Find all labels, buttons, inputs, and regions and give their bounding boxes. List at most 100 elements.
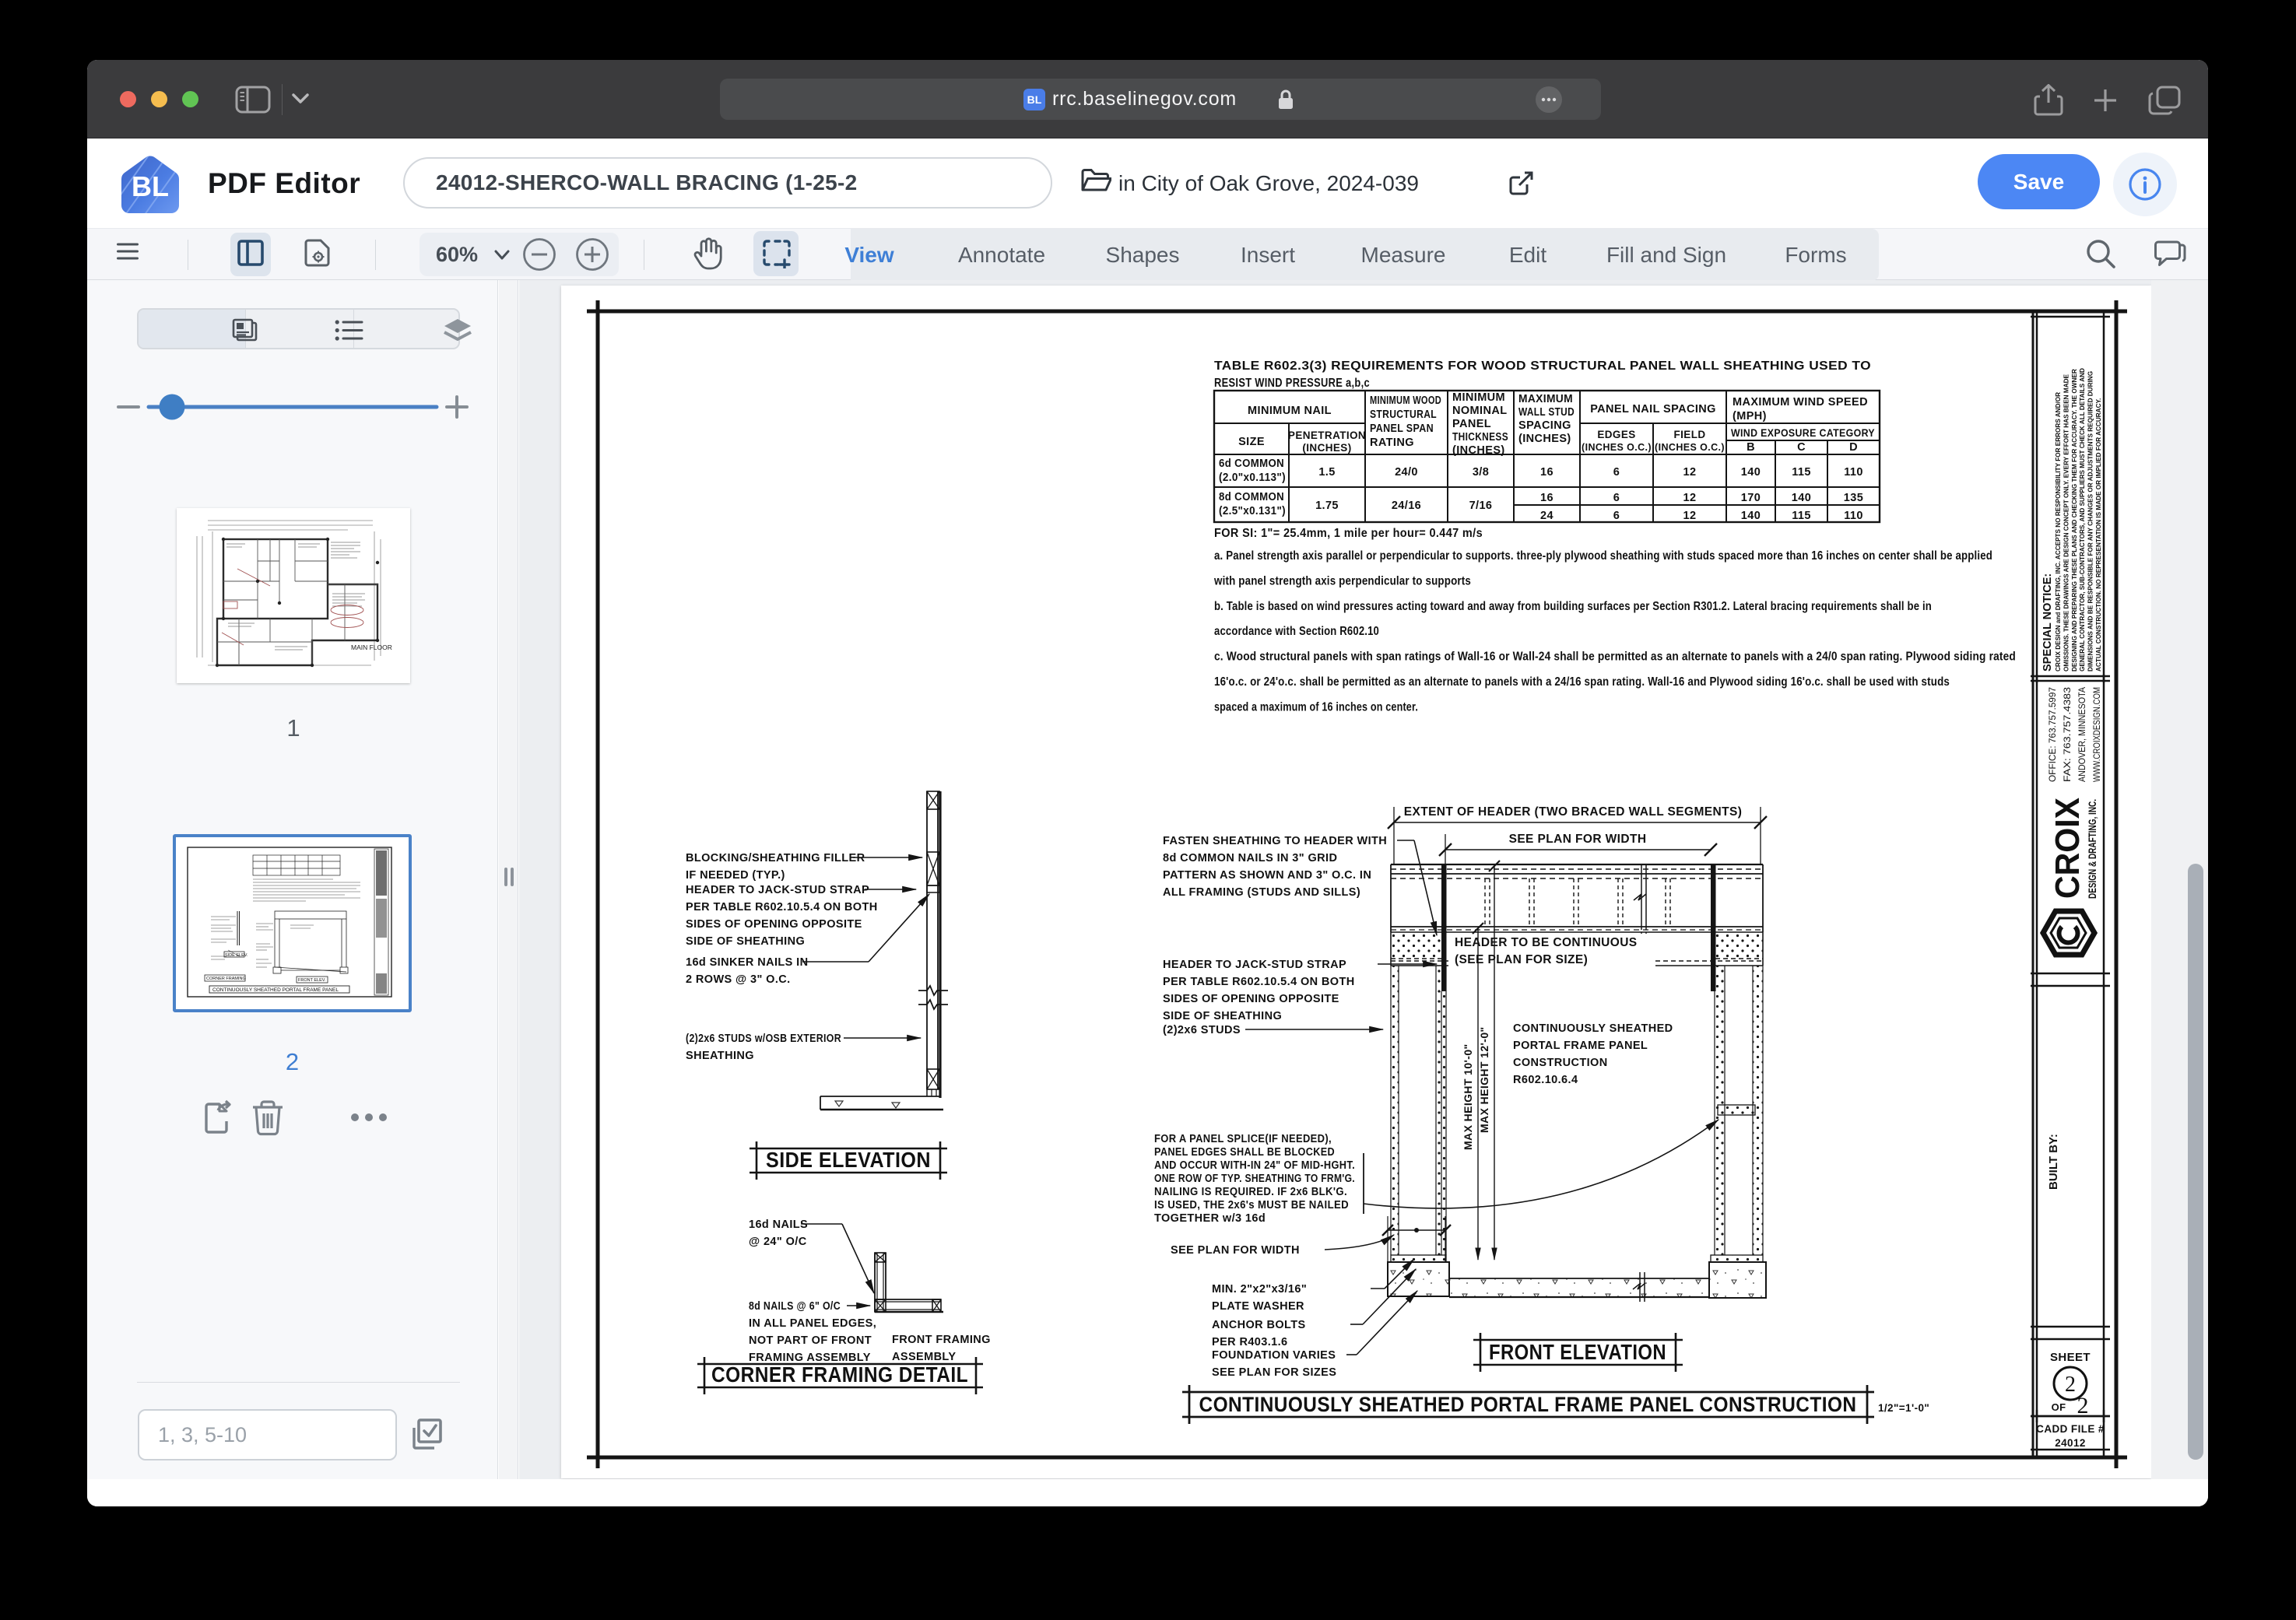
svg-text:(INCHES): (INCHES) <box>1452 444 1505 457</box>
svg-text:PLATE WASHER: PLATE WASHER <box>1212 1300 1304 1313</box>
svg-text:NOT PART OF FRONT: NOT PART OF FRONT <box>749 1334 872 1347</box>
svg-text:FRONT ELEV.: FRONT ELEV. <box>298 978 326 983</box>
svg-text:WIND EXPOSURE CATEGORY: WIND EXPOSURE CATEGORY <box>1731 427 1875 439</box>
svg-text:BL: BL <box>132 170 169 202</box>
svg-text:IS USED, THE 2x6's MUST BE NAI: IS USED, THE 2x6's MUST BE NAILED <box>1154 1199 1349 1211</box>
svg-text:@ 24" O/C: @ 24" O/C <box>749 1236 807 1248</box>
svg-text:b. Table is based on wind pres: b. Table is based on wind pressures acti… <box>1214 600 1932 613</box>
svg-text:MAIN FLOOR: MAIN FLOOR <box>351 643 392 651</box>
svg-text:DIMENSIONS AND BE RESPONSIBLE: DIMENSIONS AND BE RESPONSIBLE FOR ANY CH… <box>2087 371 2094 671</box>
svg-text:BUILT BY:: BUILT BY: <box>2047 1134 2060 1190</box>
svg-text:a. Panel strength axis paralle: a. Panel strength axis parallel or perpe… <box>1214 549 1992 563</box>
svg-text:SHEATHING: SHEATHING <box>686 1050 754 1062</box>
svg-text:(INCHES): (INCHES) <box>1302 442 1351 454</box>
svg-text:IN ALL PANEL EDGES,: IN ALL PANEL EDGES, <box>749 1317 876 1330</box>
svg-text:AND OCCUR WITH-IN 24" OF MID-H: AND OCCUR WITH-IN 24" OF MID-HGHT. <box>1154 1159 1355 1172</box>
svg-text:SIDE ELEV.: SIDE ELEV. <box>225 953 248 958</box>
svg-text:FRONT FRAMING: FRONT FRAMING <box>892 1334 991 1346</box>
svg-text:TABLE R602.3(3) REQUIREMENTS F: TABLE R602.3(3) REQUIREMENTS FOR WOOD ST… <box>1214 359 1871 373</box>
svg-text:FRONT ELEVATION: FRONT ELEVATION <box>1489 1340 1666 1364</box>
svg-text:CONTINUOUSLY SHEATHED PORTAL F: CONTINUOUSLY SHEATHED PORTAL FRAME PANEL… <box>1199 1393 1857 1416</box>
svg-text:with panel strength axis perpe: with panel strength axis perpendicular t… <box>1213 574 1471 587</box>
svg-text:(INCHES O.C.): (INCHES O.C.) <box>1582 442 1652 453</box>
svg-text:3/8: 3/8 <box>1473 466 1489 479</box>
svg-text:CADD FILE #: CADD FILE # <box>2036 1423 2105 1435</box>
svg-text:PANEL: PANEL <box>1452 418 1491 430</box>
svg-text:ASSEMBLY: ASSEMBLY <box>892 1351 956 1363</box>
svg-text:MINIMUM NAIL: MINIMUM NAIL <box>1248 405 1332 417</box>
svg-text:accordance with Section R602.1: accordance with Section R602.10 <box>1214 625 1379 638</box>
svg-text:ACTUAL CONSTRUCTION. NO REPRES: ACTUAL CONSTRUCTION. NO REPRESENTATION I… <box>2095 398 2102 671</box>
svg-text:SIDE ELEVATION: SIDE ELEVATION <box>766 1148 931 1172</box>
svg-text:2: 2 <box>2065 1373 2076 1397</box>
svg-text:STRUCTURAL: STRUCTURAL <box>1370 409 1437 421</box>
svg-text:MAX HEIGHT 12'-0": MAX HEIGHT 12'-0" <box>1478 1026 1490 1133</box>
svg-text:110: 110 <box>1844 466 1863 479</box>
svg-text:8d COMMON NAILS IN 3" GRID: 8d COMMON NAILS IN 3" GRID <box>1163 852 1337 864</box>
svg-text:FOR SI: 1"= 25.4mm, 1 mile per: FOR SI: 1"= 25.4mm, 1 mile per hour= 0.4… <box>1214 527 1483 540</box>
svg-text:8d COMMON: 8d COMMON <box>1219 491 1284 503</box>
svg-text:CROIX DESIGN and DRAFTING, INC: CROIX DESIGN and DRAFTING, INC. ACCEPTS … <box>2055 392 2062 671</box>
svg-text:6d COMMON: 6d COMMON <box>1219 458 1284 470</box>
svg-text:(2.0"x0.113"): (2.0"x0.113") <box>1219 472 1286 484</box>
svg-text:CROIX: CROIX <box>2048 798 2087 899</box>
svg-text:SPACING: SPACING <box>1518 419 1571 432</box>
svg-text:1/2"=1'-0": 1/2"=1'-0" <box>1878 1402 1929 1414</box>
svg-text:PORTAL FRAME PANEL: PORTAL FRAME PANEL <box>1513 1040 1648 1052</box>
svg-text:FOR A PANEL SPLICE(IF NEEDED),: FOR A PANEL SPLICE(IF NEEDED), <box>1154 1133 1332 1145</box>
svg-text:6: 6 <box>1613 492 1620 504</box>
svg-text:115: 115 <box>1792 510 1811 522</box>
svg-text:16'o.c. or 24'o.c. shall be pe: 16'o.c. or 24'o.c. shall be permitted as… <box>1214 675 1950 689</box>
svg-text:1.5: 1.5 <box>1318 466 1335 479</box>
svg-text:16: 16 <box>1540 492 1553 504</box>
svg-text:CORNER FRAMING: CORNER FRAMING <box>206 977 246 981</box>
svg-text:HEADER TO JACK-STUD STRAP: HEADER TO JACK-STUD STRAP <box>1163 959 1346 971</box>
svg-text:140: 140 <box>1741 510 1761 522</box>
svg-text:PANEL SPAN: PANEL SPAN <box>1370 423 1434 435</box>
svg-text:FIELD: FIELD <box>1674 429 1706 440</box>
svg-text:(2.5"x0.131"): (2.5"x0.131") <box>1219 505 1286 517</box>
svg-text:ANCHOR BOLTS: ANCHOR BOLTS <box>1212 1319 1306 1331</box>
svg-text:WWW.CROIXDESIGN.COM: WWW.CROIXDESIGN.COM <box>2091 687 2102 782</box>
svg-text:MAXIMUM: MAXIMUM <box>1518 393 1573 405</box>
svg-text:140: 140 <box>1741 466 1761 479</box>
svg-text:CONTINUOUSLY SHEATHED: CONTINUOUSLY SHEATHED <box>1513 1022 1673 1035</box>
svg-text:16d SINKER NAILS IN: 16d SINKER NAILS IN <box>686 956 808 969</box>
svg-text:TOGETHER w/3 16d: TOGETHER w/3 16d <box>1154 1212 1266 1225</box>
svg-text:DESIGN & DRAFTING, INC.: DESIGN & DRAFTING, INC. <box>2087 799 2098 899</box>
svg-text:WALL STUD: WALL STUD <box>1518 406 1575 419</box>
svg-text:110: 110 <box>1844 510 1863 522</box>
svg-text:EXTENT OF HEADER (TWO BRACED W: EXTENT OF HEADER (TWO BRACED WALL SEGMEN… <box>1404 805 1743 819</box>
svg-text:12: 12 <box>1683 466 1697 479</box>
svg-text:7/16: 7/16 <box>1469 500 1493 512</box>
svg-text:HEADER TO JACK-STUD STRAP: HEADER TO JACK-STUD STRAP <box>686 884 869 896</box>
svg-text:12: 12 <box>1683 492 1697 504</box>
svg-text:140: 140 <box>1792 492 1811 504</box>
svg-text:(2)2x6 STUDS: (2)2x6 STUDS <box>1163 1024 1241 1036</box>
svg-text:115: 115 <box>1792 466 1811 479</box>
svg-text:C: C <box>1797 441 1806 454</box>
svg-text:NAILING IS REQUIRED. IF 2x6 BL: NAILING IS REQUIRED. IF 2x6 BLK'G. <box>1154 1186 1347 1198</box>
svg-text:24/0: 24/0 <box>1395 466 1418 479</box>
svg-text:MINIMUM: MINIMUM <box>1452 391 1505 404</box>
svg-text:CONSTRUCTION: CONSTRUCTION <box>1513 1057 1608 1069</box>
svg-text:FAX: 763.757.4383: FAX: 763.757.4383 <box>2062 687 2073 782</box>
svg-text:PANEL NAIL SPACING: PANEL NAIL SPACING <box>1590 403 1716 416</box>
svg-text:HEADER TO BE CONTINUOUS: HEADER TO BE CONTINUOUS <box>1455 936 1638 949</box>
svg-text:135: 135 <box>1844 492 1863 504</box>
svg-text:SEE PLAN FOR SIZES: SEE PLAN FOR SIZES <box>1212 1366 1336 1379</box>
svg-text:6: 6 <box>1613 510 1620 522</box>
svg-text:D: D <box>1849 441 1858 454</box>
svg-text:ANDOVER, MINNESOTA: ANDOVER, MINNESOTA <box>2077 687 2087 782</box>
svg-text:EDGES: EDGES <box>1597 429 1635 440</box>
svg-text:SIZE: SIZE <box>1238 436 1265 448</box>
svg-text:12: 12 <box>1683 510 1697 522</box>
svg-text:BLOCKING/SHEATHING FILLER: BLOCKING/SHEATHING FILLER <box>686 852 865 864</box>
svg-text:SEE PLAN FOR WIDTH: SEE PLAN FOR WIDTH <box>1509 833 1647 846</box>
svg-text:PATTERN AS SHOWN AND 3" O.C. I: PATTERN AS SHOWN AND 3" O.C. IN <box>1163 869 1371 882</box>
svg-text:(INCHES): (INCHES) <box>1518 433 1571 445</box>
svg-text:2 ROWS @ 3" O.C.: 2 ROWS @ 3" O.C. <box>686 973 791 986</box>
svg-text:ALL FRAMING (STUDS AND SILLS): ALL FRAMING (STUDS AND SILLS) <box>1163 886 1360 899</box>
svg-text:IF NEEDED (TYP.): IF NEEDED (TYP.) <box>686 869 785 882</box>
svg-text:24/16: 24/16 <box>1392 500 1421 512</box>
